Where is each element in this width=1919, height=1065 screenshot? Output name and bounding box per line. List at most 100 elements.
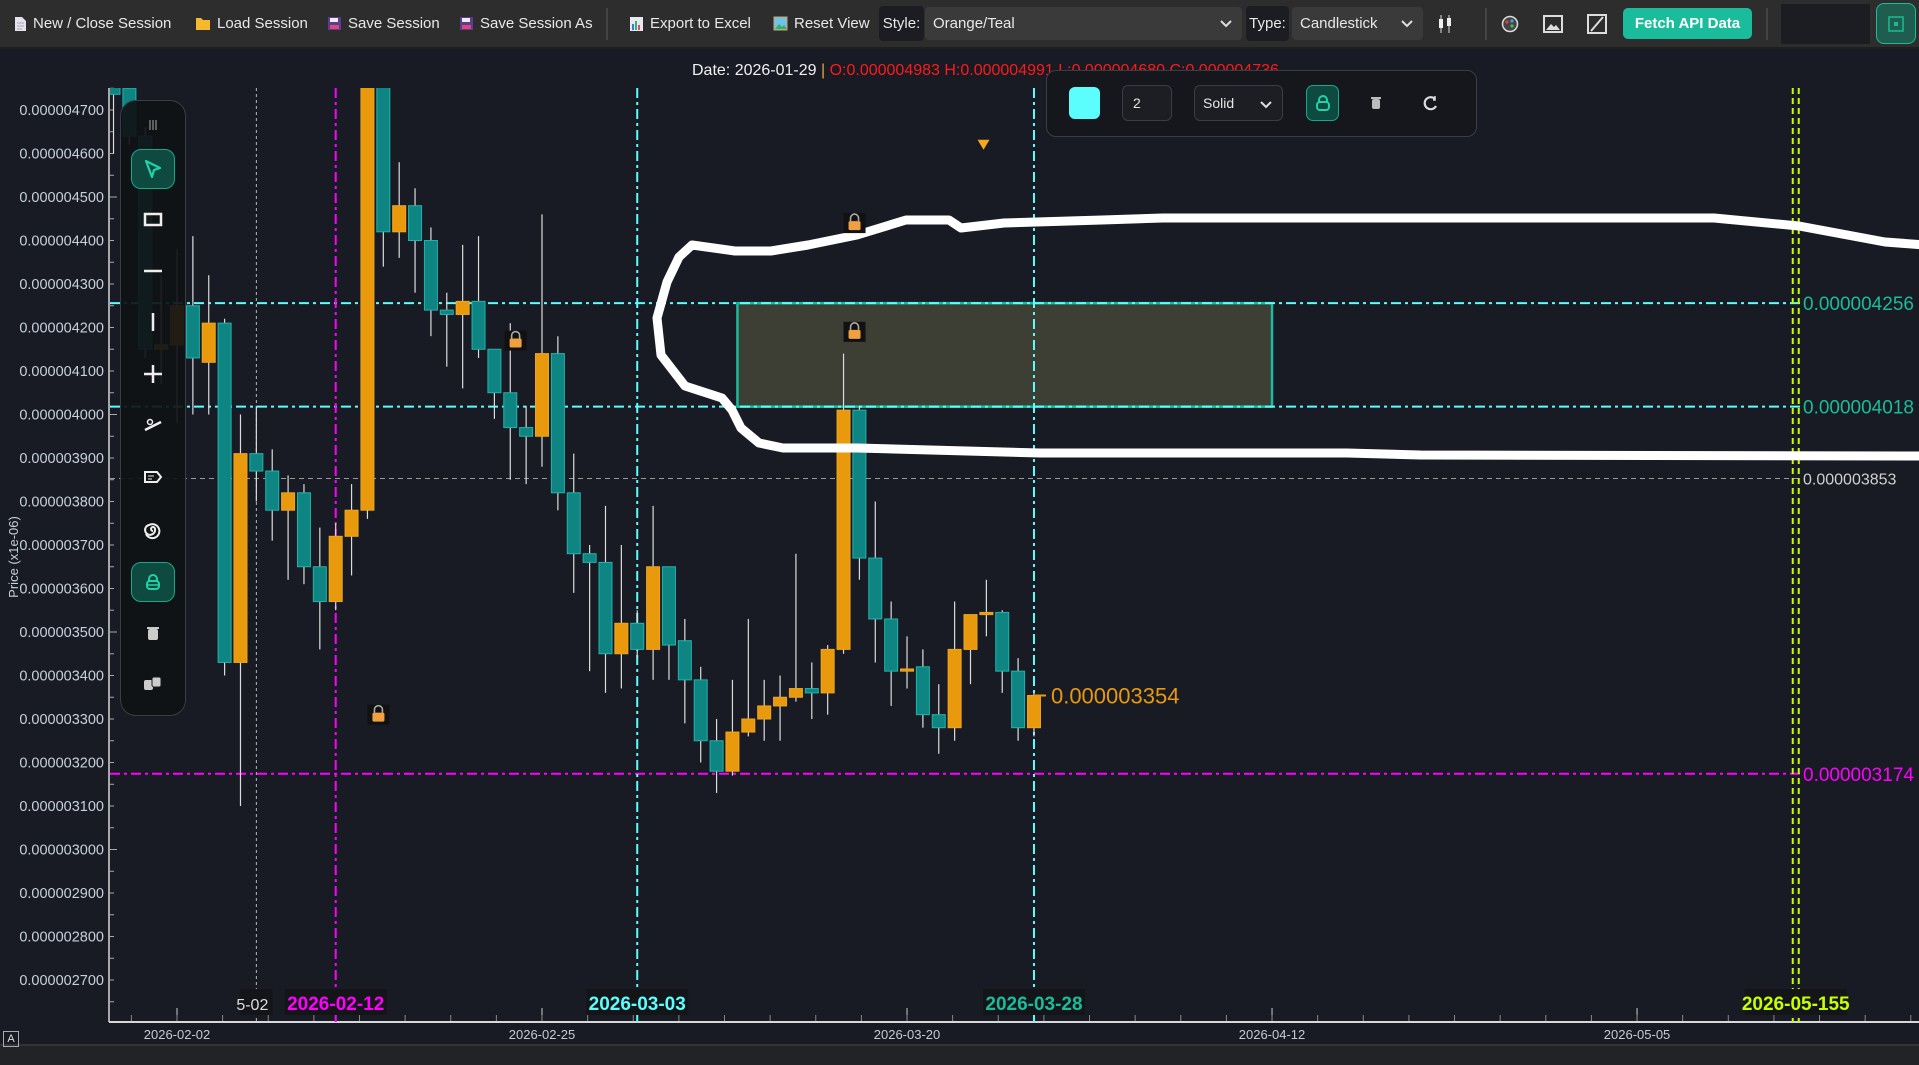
candle-up <box>1026 695 1041 729</box>
y-axis-title: Price (x1e-06) <box>6 516 21 598</box>
candle-up <box>963 614 978 650</box>
candle-down <box>503 392 518 429</box>
vertical-line-date-label: 2026-05-155 <box>1742 994 1850 1015</box>
y-tick-label: 0.000002800 <box>19 930 104 946</box>
candle-down <box>661 566 676 646</box>
tool-delete[interactable] <box>131 613 175 653</box>
toolbar-separator <box>1766 8 1768 40</box>
candle-down <box>693 679 708 742</box>
grip-icon <box>149 120 157 130</box>
tool-pointer[interactable] <box>131 149 175 189</box>
folder-icon <box>196 18 210 30</box>
rectangle-drawing-layer <box>736 301 1274 408</box>
tool-horizontal-line[interactable] <box>131 251 175 291</box>
candle-down <box>376 88 391 233</box>
x-tick-label: 2026-03-20 <box>874 1027 941 1042</box>
panel-toggle-button[interactable] <box>1876 3 1916 44</box>
tool-label[interactable] <box>131 457 175 497</box>
load-session-label: Load Session <box>217 15 308 32</box>
reset-drawing-button[interactable] <box>1416 85 1446 121</box>
candle-down <box>915 666 930 716</box>
candle-up <box>979 611 994 616</box>
auto-scale-button[interactable]: A <box>3 1031 19 1047</box>
panel-icon <box>1888 15 1904 32</box>
candle-down <box>868 557 883 620</box>
load-session-button[interactable]: Load Session <box>195 0 308 47</box>
candle-down <box>598 561 613 655</box>
sidebar-drag-handle[interactable] <box>131 105 175 145</box>
chart-file-icon <box>630 16 643 31</box>
tool-delete-all[interactable] <box>131 663 175 703</box>
new-close-session-button[interactable]: New / Close Session <box>14 0 171 47</box>
toggle-scale-button[interactable] <box>1582 9 1612 39</box>
line-style-select[interactable]: Solid <box>1194 85 1283 121</box>
x-tick-label: 2026-04-12 <box>1239 1027 1306 1042</box>
chevron-down-icon <box>1220 20 1232 28</box>
lock-marker-icon <box>843 321 866 342</box>
tool-vertical-line[interactable] <box>131 302 175 342</box>
lock-body <box>509 338 522 348</box>
tag-icon <box>144 471 163 483</box>
candle-down <box>439 309 454 315</box>
export-excel-button[interactable]: Export to Excel <box>629 0 751 47</box>
candle-up <box>392 205 407 233</box>
tool-crosshair[interactable] <box>131 354 175 394</box>
candle-up <box>773 696 788 707</box>
candle-down <box>423 240 438 311</box>
tool-lock[interactable] <box>131 562 175 602</box>
line-color-swatch[interactable] <box>1069 87 1100 119</box>
y-tick-label: 0.000004600 <box>19 147 104 163</box>
candle-up <box>328 535 343 603</box>
lock-marker-icon <box>504 330 527 351</box>
tool-rectangle[interactable] <box>131 200 175 240</box>
drawing-properties-popup: 2 Solid <box>1046 70 1477 137</box>
lock-body <box>372 712 385 722</box>
toolbar-separator <box>1485 8 1487 40</box>
line-width-input[interactable]: 2 <box>1122 85 1172 121</box>
style-select[interactable]: Orange/Teal <box>925 7 1242 40</box>
chart-type-select[interactable]: Candlestick <box>1292 7 1423 40</box>
y-tick-label: 0.000003500 <box>19 625 104 641</box>
candle-down <box>677 640 692 681</box>
y-tick-label: 0.000004300 <box>19 277 104 293</box>
fetch-api-data-button[interactable]: Fetch API Data <box>1623 8 1752 39</box>
candle-down <box>217 322 232 663</box>
floppy-disk-icon <box>460 17 473 30</box>
drawing-tools-sidebar <box>120 100 186 716</box>
lock-marker-icon <box>367 704 390 725</box>
save-session-button[interactable]: Save Session <box>327 0 440 47</box>
candle-up <box>725 731 740 772</box>
candle-up <box>788 688 803 698</box>
candle-down <box>804 688 819 694</box>
y-tick-label: 0.000002900 <box>19 886 104 902</box>
last-price-label: 0.000003354 <box>1051 684 1179 709</box>
toolbar: New / Close Session Load Session Save Se… <box>0 0 1919 49</box>
tool-fibonacci-spiral[interactable] <box>131 511 175 551</box>
reset-view-button[interactable]: Reset View <box>773 0 870 47</box>
candlestick-button[interactable] <box>1430 9 1460 39</box>
delete-drawing-button[interactable] <box>1361 85 1391 121</box>
lock-icon <box>1315 95 1330 111</box>
lock-drawing-button[interactable] <box>1306 85 1339 121</box>
x-tick-label: 2026-02-02 <box>144 1027 211 1042</box>
candle-down <box>852 409 867 559</box>
image-icon <box>1543 15 1563 33</box>
lock-icon <box>146 574 160 590</box>
plus-icon <box>144 365 162 383</box>
candle-up <box>535 353 550 437</box>
y-tick-label: 0.000004200 <box>19 321 104 337</box>
x-tick-label: 2026-05-05 <box>1604 1027 1671 1042</box>
save-session-as-button[interactable]: Save Session As <box>459 0 593 47</box>
y-tick-label: 0.000004400 <box>19 234 104 250</box>
y-tick-label: 0.000003600 <box>19 582 104 598</box>
color-palette-button[interactable] <box>1495 9 1525 39</box>
image-export-button[interactable] <box>1538 9 1568 39</box>
tool-trendline[interactable] <box>131 405 175 445</box>
candle-down <box>550 353 565 494</box>
candle-down <box>487 348 502 394</box>
trash-multiple-icon <box>144 676 162 690</box>
price-chart[interactable]: 0.000004700 0.000004600 0.000004500 0.00000… <box>0 0 1919 1063</box>
y-tick-label: 0.000002700 <box>19 973 104 989</box>
y-tick-label: 0.000003200 <box>19 756 104 772</box>
vertical-line-date-label: 2026-03-03 <box>589 994 686 1015</box>
